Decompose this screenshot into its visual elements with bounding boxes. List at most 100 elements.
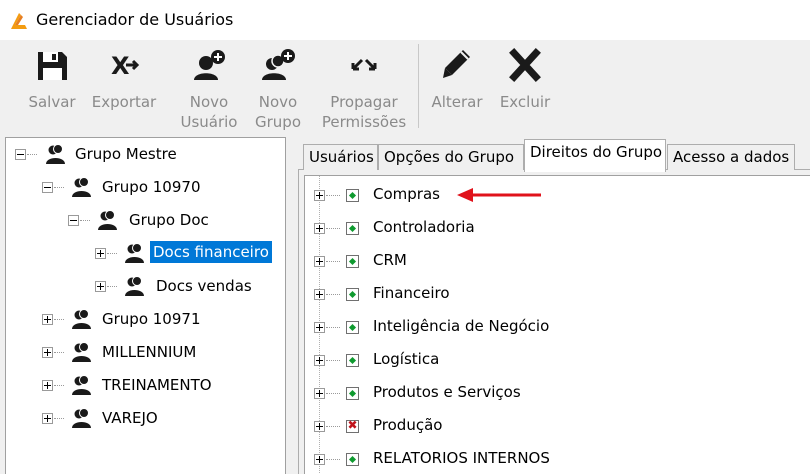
permission-granted-icon[interactable] <box>346 321 359 334</box>
group-icon <box>72 375 91 395</box>
rights-item-logistica[interactable]: Logística <box>305 344 810 377</box>
rights-item-label: Inteligência de Negócio <box>373 317 550 335</box>
tree-connector <box>54 418 64 419</box>
tree-item-grupo-10970[interactable]: Grupo 10970 <box>6 174 285 200</box>
expand-toggle[interactable] <box>95 281 106 292</box>
tree-item-varejo[interactable]: VAREJO <box>6 405 285 431</box>
expand-toggle[interactable] <box>95 248 106 259</box>
permission-granted-icon[interactable] <box>346 222 359 235</box>
permission-granted-icon[interactable] <box>346 453 359 466</box>
expand-toggle[interactable] <box>314 355 325 366</box>
tree-item-label: Grupo 10971 <box>102 310 201 328</box>
tab-opcoes-do-grupo[interactable]: Opções do Grupo <box>378 144 524 170</box>
rights-item-inteligencia-de-negocio[interactable]: Inteligência de Negócio <box>305 311 810 344</box>
export-button[interactable]: X Exportar <box>87 40 161 133</box>
rights-item-label: Produtos e Serviços <box>373 383 521 401</box>
tree-item-label: Docs vendas <box>156 277 252 295</box>
rights-item-label: Logística <box>373 350 440 368</box>
tree-item-label: Docs financeiro <box>150 241 272 263</box>
collapse-toggle[interactable] <box>15 149 26 160</box>
new-group-button-label: Novo Grupo <box>255 93 301 131</box>
tree-connector <box>54 352 64 353</box>
tree-item-label: Grupo Mestre <box>75 145 177 163</box>
toolbar: Salvar X Exportar Novo Usuário Novo Grup… <box>0 40 810 133</box>
expand-toggle[interactable] <box>314 190 325 201</box>
add-user-icon <box>194 50 225 80</box>
new-user-button[interactable]: Novo Usuário <box>176 40 242 133</box>
expand-toggle[interactable] <box>314 223 325 234</box>
rights-tree[interactable]: Compras Controladoria CRM Financeiro Int… <box>304 175 810 474</box>
propagate-permissions-button[interactable]: Propagar Permissões <box>316 40 412 133</box>
expand-toggle[interactable] <box>42 413 53 424</box>
expand-toggle[interactable] <box>314 388 325 399</box>
collapse-toggle[interactable] <box>68 215 79 226</box>
tree-item-millennium[interactable]: MILLENNIUM <box>6 339 285 365</box>
rights-item-crm[interactable]: CRM <box>305 245 810 278</box>
rights-item-label: CRM <box>373 251 407 269</box>
tree-item-grupo-doc[interactable]: Grupo Doc <box>6 207 285 233</box>
rights-item-relatorios-internos[interactable]: RELATORIOS INTERNOS <box>305 443 810 474</box>
expand-toggle[interactable] <box>314 256 325 267</box>
expand-toggle[interactable] <box>314 289 325 300</box>
title-bar: Gerenciador de Usuários <box>0 0 810 40</box>
tree-item-label: MILLENNIUM <box>102 343 197 361</box>
save-button-label: Salvar <box>28 93 76 111</box>
save-button[interactable]: Salvar <box>24 40 80 133</box>
app-logo-icon <box>11 13 27 29</box>
propagate-icon <box>351 58 377 71</box>
tree-connector <box>54 319 64 320</box>
group-icon <box>72 408 91 428</box>
tab-usuarios[interactable]: Usuários <box>303 144 378 170</box>
tree-connector <box>326 261 340 262</box>
tree-connector <box>326 360 340 361</box>
tree-connector <box>326 393 340 394</box>
tree-connector <box>326 195 340 196</box>
tree-connector <box>54 187 64 188</box>
rights-item-financeiro[interactable]: Financeiro <box>305 278 810 311</box>
delete-button[interactable]: Excluir <box>495 40 555 133</box>
expand-toggle[interactable] <box>42 380 53 391</box>
tree-item-treinamento[interactable]: TREINAMENTO <box>6 372 285 398</box>
export-button-label: Exportar <box>91 93 157 111</box>
group-icon <box>46 144 65 164</box>
permission-granted-icon[interactable] <box>346 288 359 301</box>
tree-item-docs-financeiro[interactable]: Docs financeiro <box>6 240 285 266</box>
collapse-toggle[interactable] <box>42 182 53 193</box>
expand-toggle[interactable] <box>42 314 53 325</box>
tab-direitos-do-grupo[interactable]: Direitos do Grupo <box>524 139 666 172</box>
permission-granted-icon[interactable] <box>346 354 359 367</box>
tree-item-docs-vendas[interactable]: Docs vendas <box>6 273 285 299</box>
rights-item-label: Produção <box>373 416 443 434</box>
tree-item-label: VAREJO <box>102 409 158 427</box>
tree-item-grupo-mestre[interactable]: Grupo Mestre <box>6 141 285 167</box>
tree-connector <box>27 154 37 155</box>
permission-granted-icon[interactable] <box>346 189 359 202</box>
tree-connector <box>326 327 340 328</box>
red-arrow-annotation-icon <box>457 188 541 202</box>
tree-connector <box>326 294 340 295</box>
permission-denied-icon[interactable]: ✖ <box>346 418 359 433</box>
expand-toggle[interactable] <box>314 322 325 333</box>
pencil-icon <box>443 50 470 78</box>
tree-connector <box>326 228 340 229</box>
group-tree[interactable]: Grupo Mestre Grupo 10970 Grupo Doc Docs … <box>5 137 286 474</box>
expand-toggle[interactable] <box>314 421 325 432</box>
permission-granted-icon[interactable] <box>346 387 359 400</box>
new-group-button[interactable]: Novo Grupo <box>250 40 306 133</box>
permission-granted-icon[interactable] <box>346 255 359 268</box>
expand-toggle[interactable] <box>42 347 53 358</box>
rights-item-producao[interactable]: ✖ Produção <box>305 410 810 443</box>
rights-item-compras[interactable]: Compras <box>305 179 810 212</box>
tree-connector <box>107 253 117 254</box>
tree-connector <box>326 459 340 460</box>
edit-button[interactable]: Alterar <box>428 40 486 133</box>
rights-item-controladoria[interactable]: Controladoria <box>305 212 810 245</box>
propagate-permissions-button-label: Propagar Permissões <box>321 93 407 131</box>
delete-x-icon <box>509 48 541 82</box>
rights-item-label: Financeiro <box>373 284 450 302</box>
rights-item-label: Controladoria <box>373 218 475 236</box>
expand-toggle[interactable] <box>314 454 325 465</box>
tab-acesso-a-dados[interactable]: Acesso a dados <box>667 144 795 170</box>
tree-item-grupo-10971[interactable]: Grupo 10971 <box>6 306 285 332</box>
rights-item-produtos-e-servicos[interactable]: Produtos e Serviços <box>305 377 810 410</box>
